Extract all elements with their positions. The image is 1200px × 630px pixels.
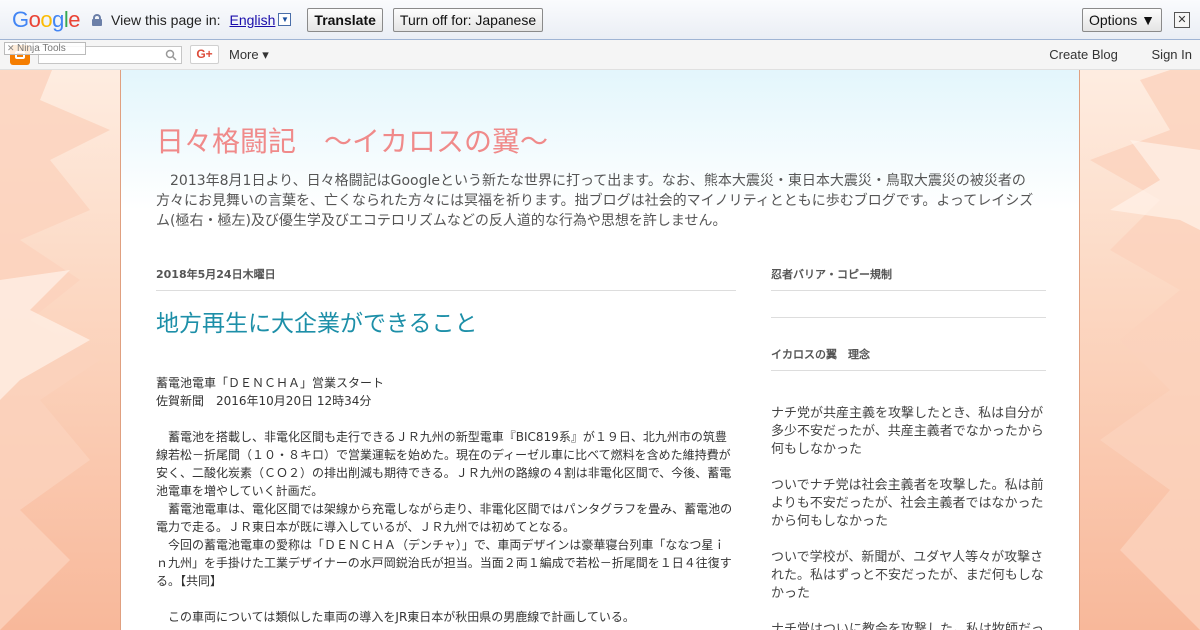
philosophy-paragraph: ナチ党が共産主義を攻撃したとき、私は自分が多少不安だったが、共産主義者でなかった…: [771, 406, 1044, 457]
post-paragraph: 今回の蓄電池電車の愛称は「ＤＥＮＣＨＡ（デンチャ）」で、車両デザインは豪華寝台列…: [156, 538, 732, 588]
post-body: 蓄電池電車「ＤＥＮＣＨＡ」営業スタート 佐賀新聞 2016年10月20日 12時…: [156, 374, 736, 626]
lock-icon: [92, 13, 103, 26]
philosophy-text: ナチ党が共産主義を攻撃したとき、私は自分が多少不安だったが、共産主義者でなかった…: [771, 405, 1046, 630]
blogger-navbar: Ninja Tools G+ More ▾ Create Blog Sign I…: [0, 40, 1200, 70]
post-date: 2018年5月24日木曜日: [156, 266, 736, 291]
post-line: 蓄電池電車「ＤＥＮＣＨＡ」営業スタート: [156, 376, 385, 390]
post-title[interactable]: 地方再生に大企業ができること: [156, 304, 478, 338]
chevron-down-icon[interactable]: ▼: [278, 13, 292, 26]
philosophy-paragraph: ナチ党はついに教会を攻撃した。私は牧師だっ: [771, 622, 1045, 630]
language-select[interactable]: English: [230, 12, 276, 28]
create-blog-link[interactable]: Create Blog: [1049, 47, 1118, 62]
widget-title-ninja: 忍者バリア・コピー規制: [771, 266, 1046, 291]
post-paragraph: 蓄電池を搭載し、非電化区間も走行できるＪＲ九州の新型電車『BIC819系』が１９…: [156, 430, 732, 498]
blog-content: 日々格闘記 ～イカロスの翼～ 2013年8月1日より、日々格闘記はGoogleと…: [120, 70, 1080, 630]
post-line: 佐賀新聞 2016年10月20日 12時34分: [156, 394, 372, 408]
blog-description: 2013年8月1日より、日々格闘記はGoogleという新たな世界に打って出ます。…: [156, 173, 1034, 229]
google-logo: Google: [12, 6, 81, 32]
right-decoration: [1070, 40, 1200, 630]
post-paragraph: この車両については類似した車両の導入をJR東日本が秋田県の男鹿線で計画している。: [156, 610, 635, 624]
turn-off-button[interactable]: Turn off for: Japanese: [392, 7, 544, 32]
sidebar: 忍者バリア・コピー規制 イカロスの翼 理念 ナチ党が共産主義を攻撃したとき、私は…: [771, 266, 1046, 630]
translate-button[interactable]: Translate: [307, 7, 383, 32]
widget-title-philosophy: イカロスの翼 理念: [771, 346, 1046, 371]
ninja-tools-tag[interactable]: Ninja Tools: [4, 42, 86, 55]
more-menu[interactable]: More ▾: [229, 47, 269, 63]
philosophy-paragraph: ついでナチ党は社会主義者を攻撃した。私は前よりも不安だったが、社会主義者ではなか…: [771, 478, 1044, 529]
philosophy-paragraph: ついで学校が、新聞が、ユダヤ人等々が攻撃された。私はずっと不安だったが、まだ何も…: [771, 550, 1044, 601]
close-icon[interactable]: ✕: [1174, 12, 1190, 28]
translate-bar: Google View this page in: English ▼ Tran…: [0, 0, 1200, 40]
blog-title[interactable]: 日々格闘記 ～イカロスの翼～: [156, 120, 548, 160]
google-plus-button[interactable]: G+: [190, 45, 219, 64]
left-decoration: [0, 40, 130, 630]
widget-ninja-body: [771, 291, 1046, 318]
view-page-label: View this page in:: [111, 11, 221, 28]
search-icon[interactable]: [165, 49, 177, 61]
options-button[interactable]: Options ▼: [1082, 8, 1162, 32]
post-paragraph: 蓄電池電車は、電化区間では架線から充電しながら走り、非電化区間ではパンタグラフを…: [156, 502, 733, 534]
sign-in-link[interactable]: Sign In: [1152, 47, 1192, 62]
